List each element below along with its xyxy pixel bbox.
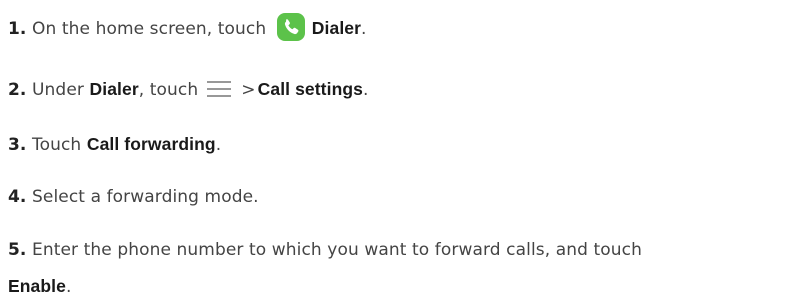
enable-label: Enable [8,276,66,296]
step-text: , touch [138,80,199,100]
arrow-separator: > [241,80,256,100]
step-3: 3. Touch Call forwarding. [8,132,221,157]
dialer-label: Dialer [311,18,362,38]
step-4: 4. Select a forwarding mode. [8,185,259,209]
step-text: Touch [32,135,82,155]
step-number: 1. [8,19,27,39]
step-text: Under [32,80,84,100]
step-number: 4. [8,187,27,207]
dialer-label: Dialer [89,79,139,99]
step-5: 5. Enter the phone number to which you w… [8,238,642,262]
step-1: 1. On the home screen, touch Dialer. [8,12,367,42]
step-2: 2. Under Dialer, touch > Call settings. [8,77,369,102]
step-punct: . [361,19,367,39]
call-settings-label: Call settings [257,79,363,99]
step-5-continuation: Enable. [8,274,72,299]
step-text: Select a forwarding mode. [32,187,259,207]
step-number: 3. [8,135,27,155]
step-number: 2. [8,80,27,100]
step-punct: . [215,135,222,155]
step-number: 5. [8,240,27,260]
step-text: On the home screen, touch [32,19,267,39]
step-text: Enter the phone number to which you want… [32,240,642,260]
call-forwarding-label: Call forwarding [86,134,216,154]
step-punct: . [362,80,369,100]
step-punct: . [65,277,72,297]
menu-icon [206,79,232,99]
dialer-phone-icon [276,12,306,42]
